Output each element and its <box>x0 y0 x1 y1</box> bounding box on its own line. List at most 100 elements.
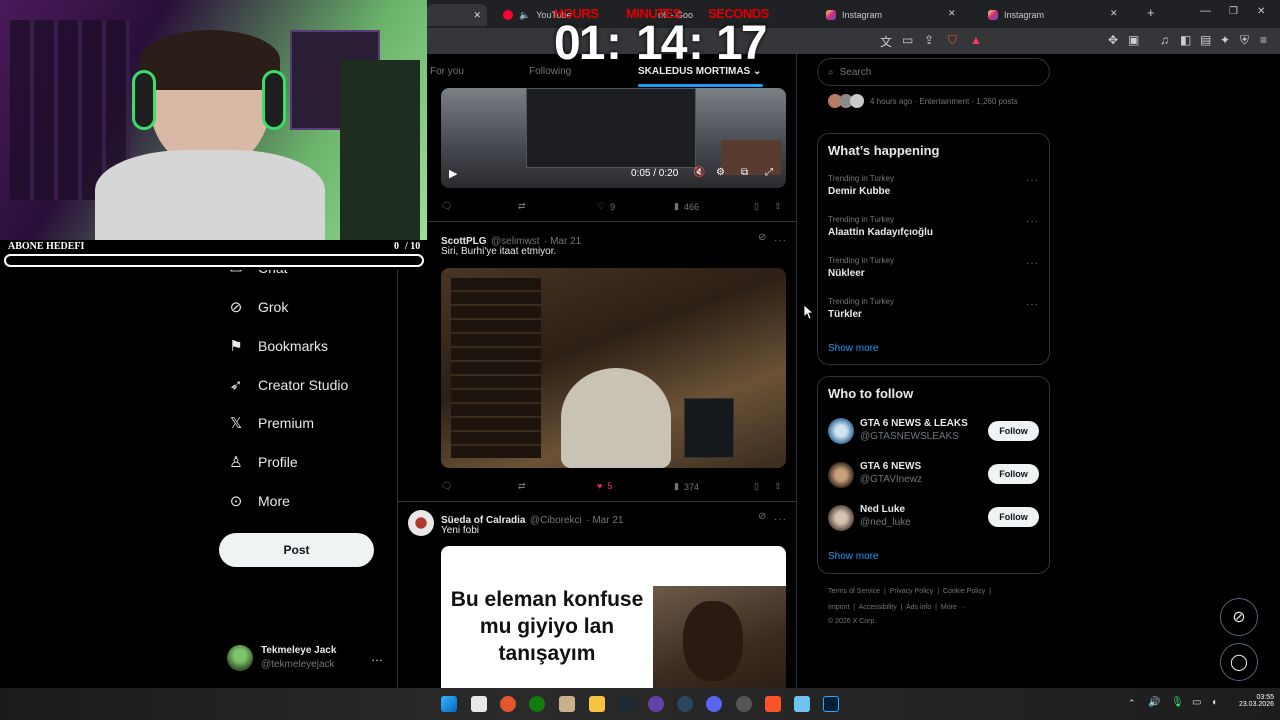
app-icon[interactable] <box>500 696 516 712</box>
show-more-link[interactable]: Show more <box>828 551 879 562</box>
share-icon[interactable]: ⇪ <box>924 33 934 47</box>
video-player[interactable]: ▶ 0:05 / 0:20 🔇 ⚙ ⧉ ⤢ <box>441 88 786 188</box>
play-icon[interactable]: ▶ <box>449 167 457 180</box>
avatar[interactable] <box>828 505 854 531</box>
trend-more-icon[interactable]: ··· <box>1026 299 1039 310</box>
trend-item[interactable]: Trending in Turkey Nükleer <box>828 256 894 279</box>
sidebar-item-more[interactable]: ⊙ More <box>228 492 290 510</box>
fullscreen-icon[interactable]: ⤢ <box>765 167 773 178</box>
account-menu-icon[interactable]: … <box>371 650 383 664</box>
account-name[interactable]: Tekmeleye Jack <box>261 645 336 656</box>
volume-icon[interactable]: 🔊 <box>1148 697 1160 708</box>
trend-more-icon[interactable]: ··· <box>1026 175 1039 186</box>
views-stat[interactable]: ▮ 466 <box>674 201 699 212</box>
restore-icon[interactable]: ❐ <box>1229 6 1238 17</box>
wallet-icon[interactable]: ▤ <box>1200 33 1211 47</box>
trend-more-icon[interactable]: ··· <box>1026 258 1039 269</box>
tweet-more-icon[interactable]: ··· <box>774 509 787 527</box>
tweet-more-icon[interactable]: ··· <box>774 230 787 248</box>
xbox-icon[interactable] <box>529 696 545 712</box>
footer-link-accessibility[interactable]: Accessibility <box>859 604 897 611</box>
bookmark-icon[interactable]: ▯ <box>754 201 759 212</box>
footer-link-more[interactable]: More ··· <box>941 604 966 611</box>
steam-icon[interactable] <box>619 696 635 712</box>
follow-account[interactable]: GTA 6 NEWS @GTAVInewz <box>860 461 922 485</box>
avatar[interactable] <box>828 462 854 488</box>
reply-icon[interactable]: 🗨 <box>441 481 452 492</box>
sidebar-icon[interactable]: ◧ <box>1180 33 1191 47</box>
footer-link-terms[interactable]: Terms of Service <box>828 588 880 595</box>
ai-icon[interactable]: ✦ <box>1220 33 1230 47</box>
footer-link-ads[interactable]: Ads info <box>906 604 931 611</box>
share-icon[interactable]: ⇧ <box>774 201 782 212</box>
tab-close-icon[interactable]: ✕ <box>948 8 956 19</box>
photoshop-icon[interactable] <box>823 696 839 712</box>
tweet-image[interactable] <box>441 268 786 468</box>
grok-fab[interactable]: ⊘ <box>1220 598 1258 636</box>
app-icon[interactable] <box>794 696 810 712</box>
notepad-icon[interactable] <box>471 696 487 712</box>
tab-active[interactable]: ✕ <box>427 4 487 26</box>
discord-icon[interactable] <box>706 696 722 712</box>
app-icon[interactable] <box>736 696 752 712</box>
app-icon[interactable] <box>559 696 575 712</box>
sidebar-item-profile[interactable]: ♙ Profile <box>228 453 297 471</box>
share-icon[interactable]: ⇧ <box>774 481 782 492</box>
extensions-icon[interactable]: ✥ <box>1108 33 1118 47</box>
repost-icon[interactable]: ⇄ <box>518 481 526 492</box>
minimize-icon[interactable]: — <box>1200 5 1211 17</box>
sidebar-item-premium[interactable]: 𝕏 Premium <box>228 414 314 432</box>
brave-shield-icon[interactable]: ⛉ <box>948 33 957 48</box>
follow-account[interactable]: GTA 6 NEWS & LEAKS @GTASNEWSLEAKS <box>860 418 968 442</box>
mic-icon[interactable]: 🎙 <box>1171 697 1184 708</box>
tab-close-icon[interactable]: ✕ <box>473 10 481 21</box>
follow-button[interactable]: Follow <box>988 421 1039 441</box>
like-button[interactable]: ♥ 5 <box>597 481 612 491</box>
trend-item[interactable]: Trending in Turkey Türkler <box>828 297 894 320</box>
speaker-icon[interactable]: ◖ <box>1211 697 1217 708</box>
network-icon[interactable]: ▭ <box>1192 697 1201 708</box>
tweet-date[interactable]: · Mar 21 <box>586 515 623 526</box>
trend-more-icon[interactable]: ··· <box>1026 216 1039 227</box>
footer-link-privacy[interactable]: Privacy Policy <box>890 588 934 595</box>
trend-item[interactable]: Trending in Turkey Demir Kubbe <box>828 174 894 197</box>
translate-icon[interactable]: 文 <box>880 33 892 50</box>
tweet-image[interactable]: Bu eleman konfuse mu giyiyo lan tanışayı… <box>441 546 786 688</box>
sidebar-item-bookmarks[interactable]: ⚑ Bookmarks <box>228 337 328 355</box>
tab-for-you[interactable]: For you <box>430 66 464 77</box>
account-avatar[interactable] <box>227 645 253 671</box>
app-icon[interactable] <box>648 696 664 712</box>
search-box[interactable]: ⌕ <box>817 58 1050 86</box>
tab-close-icon[interactable]: ✕ <box>1110 8 1118 19</box>
screen-icon[interactable]: ▭ <box>902 33 913 47</box>
close-window-icon[interactable]: ✕ <box>1257 6 1265 17</box>
search-input[interactable] <box>839 66 1020 78</box>
sidebar-item-creator-studio[interactable]: ➶ Creator Studio <box>228 376 349 394</box>
show-more-link[interactable]: Show more <box>828 343 879 354</box>
settings-icon[interactable]: ⚙ <box>716 167 725 178</box>
follow-button[interactable]: Follow <box>988 507 1039 527</box>
steam-icon[interactable] <box>677 696 693 712</box>
brave-icon[interactable] <box>765 696 781 712</box>
messages-fab[interactable]: ◯ <box>1220 643 1258 681</box>
tray-chevron-icon[interactable]: ⌃ <box>1128 698 1136 709</box>
bookmark-icon[interactable]: ▯ <box>754 481 759 492</box>
follow-account[interactable]: Ned Luke @ned_luke <box>860 504 911 528</box>
trend-item[interactable]: Trending in Turkey Alaattin Kadayıfçıoğl… <box>828 215 933 238</box>
menu-icon[interactable]: ≡ <box>1260 33 1267 47</box>
brave-rewards-icon[interactable]: ▲ <box>970 33 982 47</box>
new-tab-icon[interactable]: + <box>1147 5 1155 20</box>
avatar[interactable] <box>828 418 854 444</box>
views-stat[interactable]: ▮ 374 <box>674 481 699 492</box>
tab-search-icon[interactable]: ▣ <box>1128 33 1139 47</box>
media-icon[interactable]: ♫ <box>1160 33 1169 47</box>
footer-link-imprint[interactable]: Imprint <box>828 604 849 611</box>
vpn-icon[interactable]: ⛨ <box>1240 33 1249 48</box>
tweet-handle[interactable]: @Ciborekci <box>530 515 582 526</box>
pip-icon[interactable]: ⧉ <box>741 167 748 178</box>
mute-icon[interactable]: 🔇 <box>693 167 705 178</box>
like-button[interactable]: ♡ 9 <box>597 201 615 212</box>
post-button[interactable]: Post <box>219 533 374 567</box>
repost-icon[interactable]: ⇄ <box>518 201 526 212</box>
reply-icon[interactable]: 🗨 <box>441 201 452 212</box>
